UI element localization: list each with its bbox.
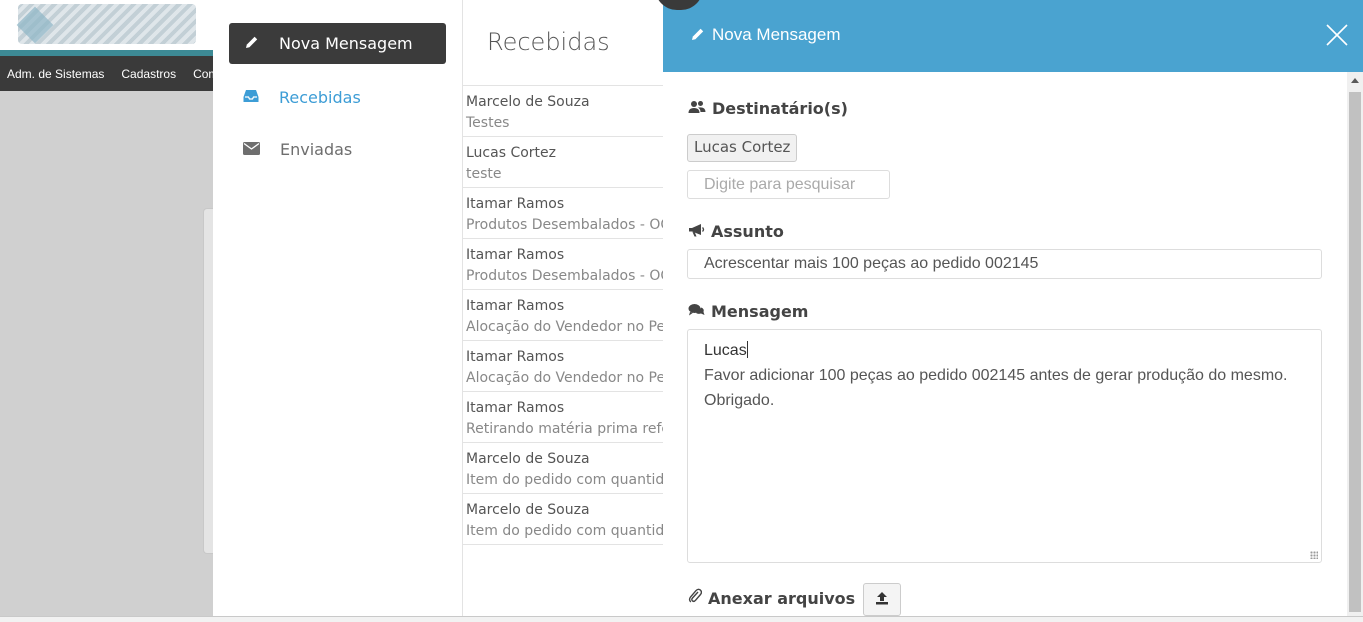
message-textarea[interactable]: Lucas Favor adicionar 100 peças ao pedid… (687, 329, 1322, 563)
mail-sidebar: Nova Mensagem Recebidas Enviadas (213, 0, 463, 616)
new-message-modal: Nova Mensagem Destinatário(s) Lucas Cort… (663, 0, 1363, 616)
message-subject: Item do pedido com quantidade (466, 523, 663, 539)
modal-title-text: Nova Mensagem (712, 25, 841, 44)
pencil-icon (245, 34, 259, 53)
message-subject: Alocação do Vendedor no Pedido (466, 370, 663, 386)
message-subject: Retirando matéria prima referente (466, 421, 663, 437)
list-item[interactable]: Marcelo de Souza Testes (463, 86, 663, 137)
paperclip-icon (688, 588, 703, 608)
message-subject: Item do pedido com quantidade (466, 472, 663, 488)
list-item[interactable]: Itamar Ramos Produtos Desembalados - OC (463, 188, 663, 239)
comments-icon (688, 302, 705, 321)
text-cursor (746, 341, 748, 358)
subject-label-text: Assunto (711, 222, 784, 241)
list-item[interactable]: Marcelo de Souza Item do pedido com quant… (463, 443, 663, 494)
envelope-icon (243, 140, 260, 159)
message-items: Marcelo de Souza Testes Lucas Cortez teste I… (463, 86, 663, 545)
mail-panel: Nova Mensagem Recebidas Enviadas Recebid… (213, 0, 663, 616)
scroll-thumb[interactable] (1349, 92, 1361, 612)
message-sender: Itamar Ramos (466, 196, 565, 212)
message-subject: Produtos Desembalados - OC (466, 217, 663, 233)
message-sender: Marcelo de Souza (466, 502, 590, 518)
recipients-label: Destinatário(s) (688, 99, 848, 118)
list-title: Recebidas (487, 28, 610, 56)
message-subject: Produtos Desembalados - OC (466, 268, 663, 284)
message-subject: Alocação do Vendedor no Pedido (466, 319, 663, 335)
modal-header: Nova Mensagem (663, 0, 1363, 72)
new-message-label: Nova Mensagem (279, 34, 413, 53)
message-sender: Marcelo de Souza (466, 94, 590, 110)
subject-label: Assunto (688, 222, 784, 241)
resize-grip[interactable] (1310, 551, 1318, 559)
message-line-1: Lucas (704, 342, 747, 359)
message-sender: Itamar Ramos (466, 400, 565, 416)
users-icon (688, 99, 706, 118)
recipient-tag[interactable]: Lucas Cortez (687, 134, 798, 162)
upload-button[interactable] (863, 583, 901, 616)
attach-label-text: Anexar arquivos (708, 588, 856, 608)
list-item[interactable]: Itamar Ramos Produtos Desembalados - OC (463, 239, 663, 290)
modal-title: Nova Mensagem (691, 25, 841, 45)
pencil-icon (691, 26, 705, 45)
scroll-up-arrow[interactable] (1351, 78, 1359, 83)
list-item[interactable]: Lucas Cortez teste (463, 137, 663, 188)
menu-item-com[interactable]: Com (186, 67, 213, 81)
message-sender: Lucas Cortez (466, 145, 556, 161)
message-line-2: Favor adicionar 100 peças ao pedido 0021… (704, 367, 1288, 384)
attach-label: Anexar arquivos (688, 588, 855, 608)
bottom-bar (0, 616, 1363, 622)
close-icon[interactable] (1326, 24, 1348, 46)
message-label: Mensagem (688, 302, 808, 321)
message-label-text: Mensagem (711, 302, 809, 321)
list-item[interactable]: Marcelo de Souza Item do pedido com quant… (463, 494, 663, 545)
message-sender: Itamar Ramos (466, 298, 565, 314)
nav-label-recebidas: Recebidas (279, 88, 361, 107)
list-item[interactable]: Itamar Ramos Retirando matéria prima refe… (463, 392, 663, 443)
message-line-3: Obrigado. (704, 392, 775, 409)
menu-item-adm-sistemas[interactable]: Adm. de Sistemas (0, 67, 114, 81)
message-sender: Itamar Ramos (466, 247, 565, 263)
recipients-label-text: Destinatário(s) (712, 99, 848, 118)
message-subject: teste (466, 166, 502, 182)
nav-label-enviadas: Enviadas (280, 140, 353, 159)
message-list: Recebidas Marcelo de Souza Testes Lucas Co… (463, 0, 663, 616)
new-message-button[interactable]: Nova Mensagem (229, 23, 446, 64)
subject-input[interactable] (687, 249, 1322, 279)
upload-icon (875, 590, 889, 609)
message-sender: Marcelo de Souza (466, 451, 590, 467)
menu-item-cadastros[interactable]: Cadastros (114, 67, 186, 81)
modal-scrollbar[interactable] (1347, 72, 1363, 616)
list-item[interactable]: Itamar Ramos Alocação do Vendedor no Pedi… (463, 341, 663, 392)
message-sender: Itamar Ramos (466, 349, 565, 365)
nav-item-recebidas[interactable]: Recebidas (243, 88, 361, 107)
recipient-search-input[interactable] (687, 170, 890, 199)
message-subject: Testes (466, 115, 510, 131)
bullhorn-icon (688, 222, 705, 241)
main-menu-bar: Adm. de Sistemas Cadastros Com (0, 56, 213, 91)
list-item[interactable]: Itamar Ramos Alocação do Vendedor no Pedi… (463, 290, 663, 341)
inbox-icon (243, 88, 259, 107)
app-header (0, 0, 213, 50)
nav-item-enviadas[interactable]: Enviadas (243, 140, 352, 159)
